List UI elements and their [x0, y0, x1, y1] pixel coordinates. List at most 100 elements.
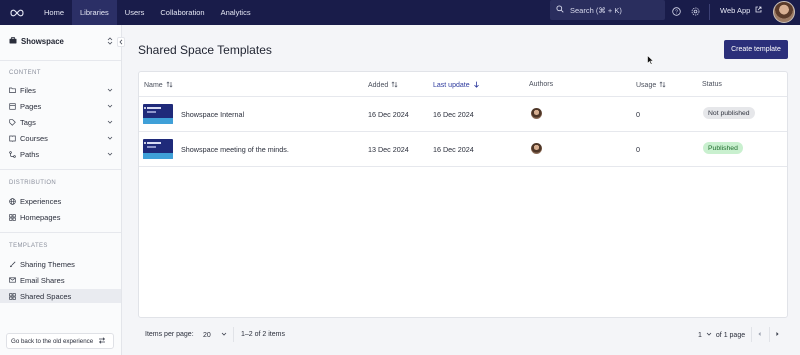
table-row[interactable]: Showspace Internal 16 Dec 2024 16 Dec 20… [139, 97, 787, 132]
swap-arrows-icon [98, 336, 106, 346]
folder-icon [9, 87, 16, 94]
current-page-value: 1 [698, 331, 702, 339]
sidebar-item-tags[interactable]: Tags [0, 115, 121, 129]
search-placeholder: Search (⌘ + K) [570, 5, 622, 15]
footer-divider [769, 327, 770, 342]
nav-libraries[interactable]: Libraries [72, 0, 117, 25]
template-thumbnail [143, 139, 173, 159]
infinity-logo-icon[interactable] [10, 8, 24, 17]
page-count-text: of 1 page [715, 331, 746, 339]
column-label: Last update [433, 82, 470, 89]
column-header-added[interactable]: Added [368, 81, 398, 90]
mouse-cursor-icon [647, 54, 655, 67]
nav-users[interactable]: Users [117, 0, 153, 25]
sidebar-item-paths[interactable]: Paths [0, 147, 121, 161]
help-icon[interactable]: ? [671, 6, 681, 16]
sort-icon [659, 81, 666, 90]
chevron-down-icon [107, 86, 113, 95]
sidebar-divider [0, 169, 121, 170]
templates-table: Name Added Last update Authors Usage Sta… [138, 71, 788, 318]
usage-count: 0 [636, 145, 640, 154]
nav-analytics[interactable]: Analytics [213, 0, 259, 25]
section-title-distribution: DISTRIBUTION [9, 180, 57, 186]
caret-left-icon [757, 331, 762, 339]
table-header: Name Added Last update Authors Usage Sta… [139, 72, 787, 97]
sidebar-item-label: Homepages [20, 212, 61, 222]
sidebar-item-experiences[interactable]: Experiences [0, 194, 121, 208]
chevron-up-down-icon [107, 37, 113, 47]
author-avatar [531, 108, 542, 119]
nav-home[interactable]: Home [36, 0, 72, 25]
chevron-left-icon [119, 39, 123, 45]
column-header-usage[interactable]: Usage [636, 81, 666, 90]
template-thumbnail [143, 104, 173, 124]
footer-divider [233, 327, 234, 342]
column-header-last-update[interactable]: Last update [433, 81, 480, 90]
section-title-content: CONTENT [9, 70, 41, 76]
svg-text:?: ? [675, 9, 678, 15]
chevron-down-icon [107, 150, 113, 159]
column-header-status: Status [702, 81, 722, 88]
author-avatar [531, 143, 542, 154]
sort-descending-arrow-icon [473, 81, 480, 90]
sidebar-item-pages[interactable]: Pages [0, 99, 121, 113]
template-name[interactable]: Showspace meeting of the minds. [181, 145, 289, 154]
item-range-text: 1–2 of 2 items [241, 331, 285, 338]
items-per-page-label: Items per page: [145, 331, 194, 338]
column-label: Name [144, 82, 163, 89]
settings-gear-icon[interactable] [690, 6, 700, 16]
sidebar-item-homepages[interactable]: Homepages [0, 210, 121, 224]
column-label: Authors [529, 81, 554, 88]
sort-icon [166, 81, 173, 90]
sidebar-item-label: Files [20, 85, 36, 95]
search-bar[interactable]: Search (⌘ + K) [550, 0, 665, 20]
tag-icon [9, 118, 16, 126]
search-icon [556, 5, 564, 15]
items-per-page-select[interactable]: 20 [203, 331, 227, 339]
sidebar-item-courses[interactable]: Courses [0, 131, 121, 145]
previous-page-button[interactable] [757, 331, 762, 339]
sidebar-item-label: Tags [20, 117, 36, 127]
web-app-link[interactable]: Web App [720, 0, 762, 20]
grid-icon [9, 292, 16, 300]
column-label: Status [702, 81, 722, 88]
nav-collaboration[interactable]: Collaboration [152, 0, 212, 25]
sidebar-item-label: Pages [20, 101, 42, 111]
sidebar-item-label: Sharing Themes [20, 259, 75, 269]
template-name[interactable]: Showspace Internal [181, 110, 244, 119]
sidebar-item-files[interactable]: Files [0, 83, 121, 97]
book-icon [9, 135, 16, 142]
sidebar-item-sharing-themes[interactable]: Sharing Themes [0, 257, 121, 271]
footer-divider [751, 327, 752, 342]
usage-count: 0 [636, 110, 640, 119]
old-experience-label: Go back to the old experience [11, 337, 94, 345]
sidebar-item-label: Paths [20, 149, 40, 159]
sidebar-item-email-shares[interactable]: Email Shares [0, 273, 121, 287]
page-select[interactable]: 1 of 1 page [698, 331, 745, 339]
last-update-date: 16 Dec 2024 [433, 145, 474, 154]
space-selector[interactable]: Showspace [9, 34, 119, 48]
status-badge: Published [703, 142, 743, 154]
user-avatar[interactable] [773, 1, 795, 23]
grid-icon [9, 213, 16, 221]
chevron-down-icon [107, 118, 113, 127]
space-name: Showspace [21, 36, 64, 46]
table-row[interactable]: Showspace meeting of the minds. 13 Dec 2… [139, 132, 787, 167]
create-template-button[interactable]: Create template [724, 40, 788, 59]
globe-icon [9, 197, 16, 205]
page-title: Shared Space Templates [138, 43, 272, 57]
sidebar-item-shared-spaces[interactable]: Shared Spaces [0, 289, 121, 303]
items-per-page-value: 20 [203, 331, 211, 339]
sidebar-item-label: Experiences [20, 196, 62, 206]
last-update-date: 16 Dec 2024 [433, 110, 474, 119]
external-link-icon [755, 6, 762, 15]
column-header-name[interactable]: Name [144, 81, 173, 90]
web-app-label: Web App [720, 5, 751, 15]
next-page-button[interactable] [775, 331, 780, 339]
collapse-sidebar-button[interactable] [117, 37, 125, 47]
briefcase-icon [9, 36, 17, 46]
added-date: 13 Dec 2024 [368, 145, 409, 154]
old-experience-button[interactable]: Go back to the old experience [6, 333, 114, 349]
sidebar-divider [0, 232, 121, 233]
added-date: 16 Dec 2024 [368, 110, 409, 119]
